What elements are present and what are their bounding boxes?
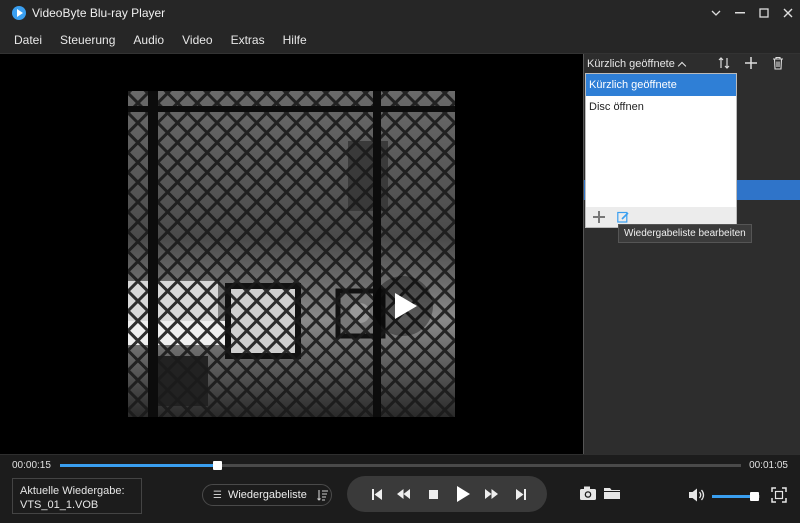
sort-list-icon — [316, 489, 329, 501]
seek-bar[interactable] — [60, 461, 741, 470]
seek-bar-handle[interactable] — [212, 461, 222, 470]
recent-dropdown-label: Kürzlich geöffnete — [587, 58, 675, 70]
volume-slider-handle[interactable] — [750, 492, 760, 501]
edit-playlist-tooltip: Wiedergabeliste bearbeiten — [618, 224, 752, 243]
volume-slider[interactable] — [712, 492, 760, 501]
current-time: 00:00:15 — [12, 460, 51, 471]
recent-dropdown-toggle[interactable]: Kürzlich geöffnete — [587, 58, 687, 70]
stop-icon[interactable] — [425, 476, 441, 512]
menu-steuerung[interactable]: Steuerung — [60, 33, 115, 47]
volume-slider-fill — [712, 495, 755, 498]
fullscreen-icon[interactable] — [771, 487, 789, 503]
video-area[interactable] — [0, 54, 583, 454]
minimize-icon[interactable] — [728, 0, 752, 26]
menu-audio[interactable]: Audio — [133, 33, 164, 47]
dropdown-item-open-disc[interactable]: Disc öffnen — [586, 96, 736, 118]
progress-row: 00:00:15 00:01:05 — [0, 454, 800, 474]
camera-icon[interactable] — [579, 485, 597, 501]
total-time: 00:01:05 — [749, 460, 788, 471]
transport-controls — [347, 476, 547, 512]
chevron-down-icon[interactable] — [704, 0, 728, 26]
play-icon[interactable] — [453, 476, 473, 512]
playlist-panel-header: Kürzlich geöffnete — [584, 54, 800, 74]
menu-bar: Datei Steuerung Audio Video Extras Hilfe — [0, 26, 800, 54]
rewind-icon[interactable] — [395, 476, 411, 512]
menu-video[interactable]: Video — [182, 33, 212, 47]
playlist-panel: Kürzlich geöffnete Kürzlich geöffnete Di… — [583, 54, 800, 454]
folder-icon[interactable] — [603, 485, 621, 501]
chevron-up-icon — [677, 61, 687, 70]
playlist-button-label: Wiedergabeliste — [227, 489, 307, 501]
now-playing-file: VTS_01_1.VOB — [20, 499, 99, 511]
now-playing-label: Aktuelle Wiedergabe: — [20, 485, 125, 497]
playlist-toggle-button[interactable]: ☰ Wiedergabeliste — [202, 484, 332, 506]
sort-icon[interactable] — [717, 56, 731, 70]
video-frame — [128, 91, 455, 417]
video-still-image — [128, 91, 455, 417]
window-controls — [704, 0, 800, 26]
play-overlay-icon[interactable] — [373, 276, 433, 336]
control-bar: Aktuelle Wiedergabe: VTS_01_1.VOB ☰ Wied… — [0, 474, 800, 523]
next-icon[interactable] — [513, 476, 529, 512]
volume-icon[interactable] — [688, 487, 706, 503]
delete-icon[interactable] — [771, 56, 785, 70]
menu-datei[interactable]: Datei — [14, 33, 42, 47]
app-title: VideoByte Blu-ray Player — [32, 6, 166, 20]
menu-extras[interactable]: Extras — [231, 33, 265, 47]
menu-hilfe[interactable]: Hilfe — [283, 33, 307, 47]
title-bar: VideoByte Blu-ray Player — [0, 0, 800, 26]
edit-icon[interactable] — [617, 211, 629, 223]
maximize-icon[interactable] — [752, 0, 776, 26]
add-icon[interactable] — [744, 56, 758, 70]
list-icon: ☰ — [213, 489, 222, 501]
recent-dropdown: Kürzlich geöffnete Disc öffnen — [585, 73, 737, 228]
app-logo-icon — [12, 6, 26, 20]
add-icon[interactable] — [593, 211, 605, 223]
now-playing-box: Aktuelle Wiedergabe: VTS_01_1.VOB — [12, 478, 142, 514]
dropdown-item-recent[interactable]: Kürzlich geöffnete — [586, 74, 736, 96]
previous-icon[interactable] — [369, 476, 385, 512]
fast-forward-icon[interactable] — [483, 476, 499, 512]
close-icon[interactable] — [776, 0, 800, 26]
seek-bar-fill — [60, 464, 217, 467]
